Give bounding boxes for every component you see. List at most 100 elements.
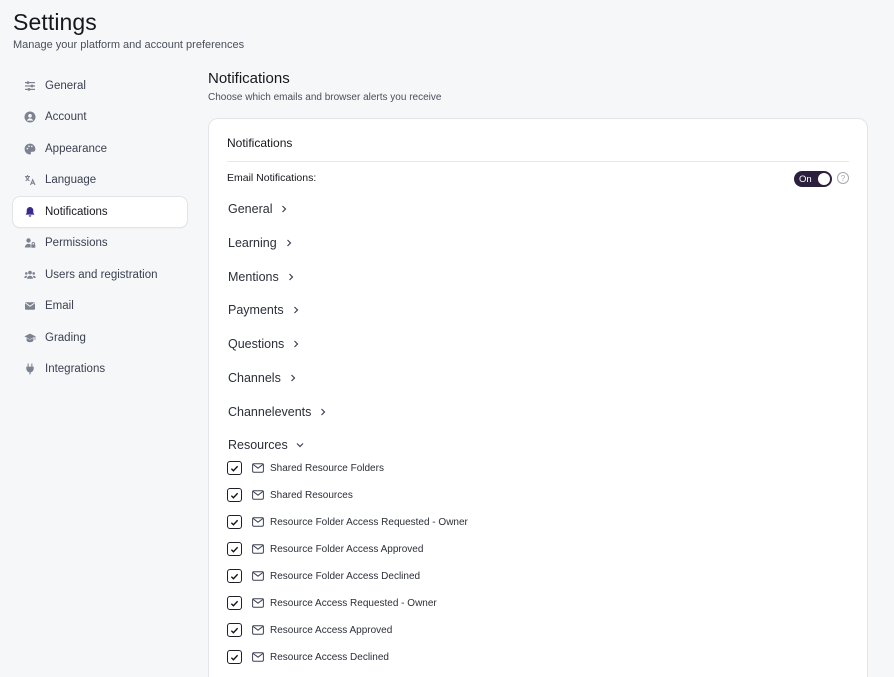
sidebar-item-label: Appearance [45,142,108,155]
sidebar-item-label: Account [45,111,87,124]
page-subtitle: Manage your platform and account prefere… [13,39,245,51]
category-label: General [228,202,273,216]
category-general[interactable]: General [228,202,288,216]
category-label: Channelevents [228,405,312,419]
sidebar-item-integrations[interactable]: Integrations [12,354,188,386]
check-icon [230,600,239,607]
checkbox[interactable] [227,488,242,502]
section-title: Notifications [208,70,290,87]
mail-icon [252,490,264,500]
resource-item-label: Resource Folder Access Declined [270,570,421,582]
page-title: Settings [13,9,97,35]
mail-icon [252,544,264,554]
chevron-right-icon [285,239,293,247]
sidebar-item-label: Notifications [45,205,108,218]
sidebar-item-label: Language [45,174,97,187]
check-icon [230,492,239,499]
sidebar-item-label: Email [45,300,74,313]
bell-icon [23,205,37,219]
chevron-right-icon [292,306,300,314]
sidebar-item-general[interactable]: General [12,70,188,102]
sidebar-item-notifications[interactable]: Notifications [12,196,188,228]
translate-icon [23,173,37,187]
mail-icon [252,571,264,581]
resource-item-label: Resource Access Approved [270,624,393,636]
category-label: Learning [228,236,277,250]
sidebar-item-language[interactable]: Language [12,165,188,197]
notifications-card: Notifications Email Notifications: On ? … [208,118,868,677]
card-title: Notifications [227,136,293,150]
resource-item: Resource Access Approved [227,623,392,637]
resource-item: Shared Resource Folders [227,461,384,475]
check-icon [230,546,239,553]
resource-item: Resource Access Declined [227,650,389,664]
resource-item: Resource Access Requested - Owner [227,596,437,610]
sidebar-item-email[interactable]: Email [12,291,188,323]
resource-item: Resource Folder Access Requested - Owner [227,515,468,529]
check-icon [230,654,239,661]
graduation-cap-icon [23,331,37,345]
checkbox[interactable] [227,542,242,556]
checkbox[interactable] [227,596,242,610]
checkbox[interactable] [227,650,242,664]
resource-item-label: Resource Access Declined [270,651,389,663]
sidebar-item-label: Grading [45,331,86,344]
resource-item: Shared Resources [227,488,353,502]
category-channelevents[interactable]: Channelevents [228,405,327,419]
category-channels[interactable]: Channels [228,371,297,385]
email-notifications-label: Email Notifications: [227,172,317,184]
resource-item: Resource Folder Access Declined [227,569,420,583]
sidebar-item-label: Permissions [45,237,108,250]
sidebar-item-label: General [45,79,86,92]
section-subtitle: Choose which emails and browser alerts y… [208,92,442,103]
help-icon[interactable]: ? [837,172,849,184]
category-questions[interactable]: Questions [228,337,300,351]
sidebar-item-appearance[interactable]: Appearance [12,133,188,165]
resource-item-label: Resource Folder Access Requested - Owner [270,516,468,528]
sliders-icon [23,79,37,93]
chevron-right-icon [289,374,297,382]
check-icon [230,627,239,634]
sidebar-item-users-and-registration[interactable]: Users and registration [12,259,188,291]
resource-item-label: Resource Folder Access Approved [270,543,424,555]
checkbox[interactable] [227,623,242,637]
mail-icon [252,517,264,527]
category-label: Mentions [228,270,279,284]
chevron-right-icon [280,205,288,213]
palette-icon [23,142,37,156]
sidebar-item-account[interactable]: Account [12,102,188,134]
chevron-right-icon [319,408,327,416]
mail-icon [252,625,264,635]
chevron-right-icon [287,273,295,281]
resource-item-label: Resource Access Requested - Owner [270,597,437,609]
chevron-right-icon [292,340,300,348]
toggle-knob [818,173,830,185]
category-resources[interactable]: Resources [228,438,304,452]
resource-item-label: Shared Resource Folders [270,462,384,474]
sidebar-item-label: Users and registration [45,268,158,281]
check-icon [230,573,239,580]
user-circle-icon [23,110,37,124]
checkbox[interactable] [227,461,242,475]
category-label: Payments [228,303,284,317]
sidebar: General Account Appearance Language Noti… [12,70,188,385]
checkbox[interactable] [227,569,242,583]
check-icon [230,465,239,472]
users-icon [23,268,37,282]
email-notifications-toggle[interactable]: On [794,171,832,187]
category-mentions[interactable]: Mentions [228,270,295,284]
toggle-label: On [799,173,812,185]
mail-icon [252,598,264,608]
category-learning[interactable]: Learning [228,236,293,250]
sidebar-item-grading[interactable]: Grading [12,322,188,354]
mail-icon [252,652,264,662]
category-payments[interactable]: Payments [228,303,300,317]
check-icon [230,519,239,526]
envelope-icon [23,299,37,313]
sidebar-item-permissions[interactable]: Permissions [12,228,188,260]
resource-item-label: Shared Resources [270,489,353,501]
mail-icon [252,463,264,473]
plug-icon [23,362,37,376]
category-label: Questions [228,337,285,351]
checkbox[interactable] [227,515,242,529]
